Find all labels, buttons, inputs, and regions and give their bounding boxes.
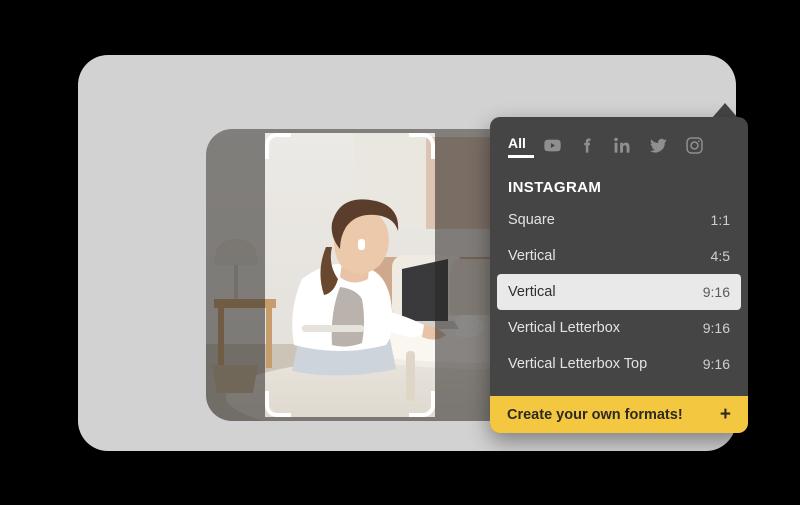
dropdown-tail-arrow <box>712 103 738 118</box>
format-row-vertical-4-5[interactable]: Vertical 4:5 <box>497 238 741 274</box>
crop-handle-top-right[interactable] <box>409 133 435 159</box>
format-name: Vertical <box>508 284 556 300</box>
format-dropdown-panel: All INSTAGRAM Square 1:1 Vertical 4:5 Ve… <box>490 117 748 433</box>
crop-handle-top-left[interactable] <box>265 133 291 159</box>
format-list: Square 1:1 Vertical 4:5 Vertical 9:16 Ve… <box>490 198 748 396</box>
create-own-formats-label: Create your own formats! <box>507 406 683 423</box>
platform-tab-bar: All <box>490 117 748 161</box>
format-name: Vertical Letterbox <box>508 320 621 336</box>
format-name: Square <box>508 212 555 228</box>
format-ratio: 4:5 <box>710 248 730 264</box>
youtube-icon[interactable] <box>543 136 562 155</box>
format-ratio: 1:1 <box>710 212 730 228</box>
twitter-icon[interactable] <box>649 136 668 155</box>
tab-active-underline <box>508 155 534 158</box>
crop-selection[interactable] <box>265 133 435 417</box>
facebook-icon[interactable] <box>579 136 596 155</box>
create-own-formats-button[interactable]: Create your own formats! + <box>490 396 748 433</box>
format-name: Vertical <box>508 248 556 264</box>
format-row-vertical-letterbox[interactable]: Vertical Letterbox 9:16 <box>497 310 741 346</box>
format-group-title: INSTAGRAM <box>508 179 602 196</box>
crop-shade-bottom <box>265 417 435 421</box>
format-ratio: 9:16 <box>702 320 730 336</box>
format-ratio: 9:16 <box>702 356 730 372</box>
format-ratio: 9:16 <box>702 284 730 300</box>
app-screenshot: All INSTAGRAM Square 1:1 Vertical 4:5 Ve… <box>0 0 800 505</box>
crop-handle-bottom-right[interactable] <box>409 391 435 417</box>
format-row-square[interactable]: Square 1:1 <box>497 202 741 238</box>
tab-all[interactable]: All <box>508 134 534 158</box>
tab-all-label: All <box>508 134 526 151</box>
crop-handle-bottom-left[interactable] <box>265 391 291 417</box>
linkedin-icon[interactable] <box>613 136 632 155</box>
format-row-vertical-9-16-selected[interactable]: Vertical 9:16 <box>497 274 741 310</box>
plus-icon: + <box>719 404 731 425</box>
crop-shade-left <box>206 129 265 421</box>
format-name: Vertical Letterbox Top <box>508 356 648 372</box>
instagram-icon[interactable] <box>685 136 704 155</box>
format-row-vertical-letterbox-top[interactable]: Vertical Letterbox Top 9:16 <box>497 346 741 382</box>
